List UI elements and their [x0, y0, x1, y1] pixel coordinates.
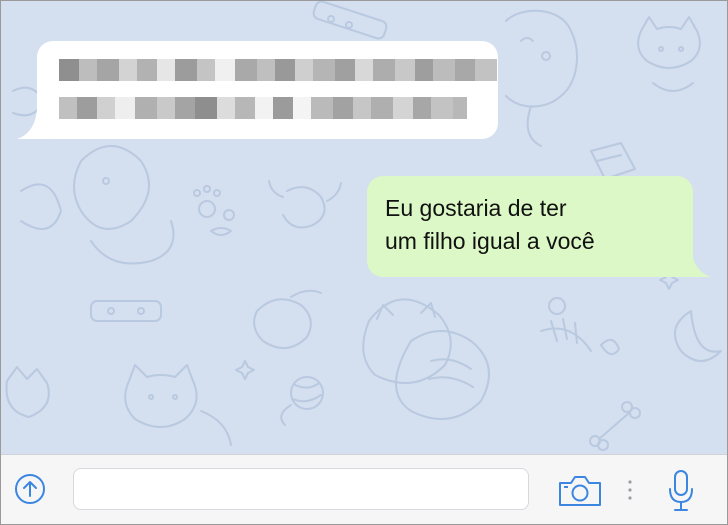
- outgoing-message-line-1: Eu gostaria de ter: [385, 195, 567, 221]
- microphone-icon[interactable]: [667, 469, 695, 513]
- chat-area[interactable]: Eu gostaria de ter um filho igual a você: [1, 1, 727, 454]
- chat-window: Eu gostaria de ter um filho igual a você: [0, 0, 728, 525]
- vertical-dots-icon[interactable]: [627, 478, 633, 502]
- arrow-up-circle-icon[interactable]: [15, 474, 45, 504]
- outgoing-message-bubble[interactable]: Eu gostaria de ter um filho igual a você: [367, 176, 693, 277]
- incoming-message-bubble[interactable]: [37, 41, 498, 139]
- message-input[interactable]: [73, 468, 529, 510]
- message-input-bar: [1, 454, 727, 524]
- camera-icon[interactable]: [557, 475, 603, 507]
- outgoing-message-line-2: um filho igual a você: [385, 228, 595, 254]
